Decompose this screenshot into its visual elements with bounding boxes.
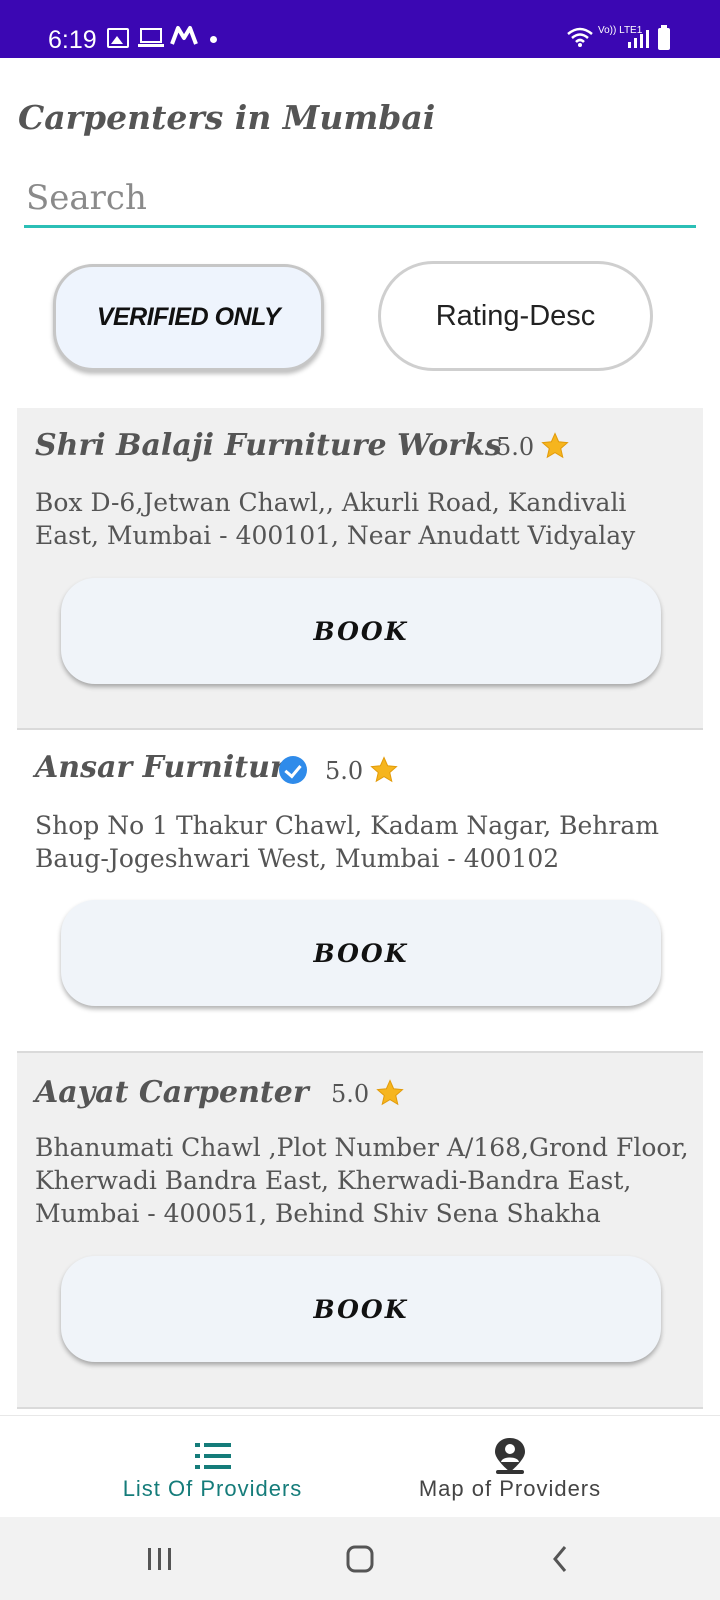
provider-address: Box D-6,Jetwan Chawl,, Akurli Road, Kand…: [35, 488, 636, 550]
nav-map-label: Map of Providers: [418, 1476, 602, 1501]
laptop-icon: [138, 28, 164, 48]
book-button[interactable]: BOOK: [61, 1256, 661, 1362]
signal-icon: [628, 30, 650, 52]
verified-only-button[interactable]: VERIFIED ONLY: [53, 264, 324, 371]
home-icon: [346, 1545, 374, 1572]
provider-rating: 5.0: [325, 757, 364, 785]
bottom-navigation: List Of Providers Map of Providers: [0, 1415, 720, 1517]
map-pin-person-icon: [495, 1438, 525, 1474]
star-icon: [376, 1079, 404, 1106]
nav-map-of-providers[interactable]: Map of Providers: [400, 1416, 620, 1518]
list-icon: [194, 1443, 231, 1469]
system-navigation-bar: [0, 1517, 720, 1600]
nav-list-label: List Of Providers: [122, 1476, 303, 1501]
star-icon: [541, 432, 569, 459]
page-title: Carpenters in Mumbai: [18, 98, 436, 137]
back-button[interactable]: [510, 1517, 610, 1600]
book-button[interactable]: BOOK: [61, 578, 661, 684]
provider-name: Shri Balaji Furniture Works: [35, 428, 502, 463]
provider-name: Ansar Furniture: [35, 750, 305, 785]
status-bar: 6:19 Vo)) LTE1: [0, 0, 720, 58]
nav-list-of-providers[interactable]: List Of Providers: [100, 1416, 325, 1518]
provider-card: Ansar Furniture 5.0 Shop No 1 Thakur Cha…: [17, 730, 703, 1053]
recent-apps-icon: [148, 1547, 171, 1570]
book-button[interactable]: BOOK: [61, 900, 661, 1006]
wifi-icon: [566, 26, 594, 52]
star-icon: [370, 756, 398, 783]
search-input[interactable]: [24, 170, 696, 225]
home-button[interactable]: [310, 1517, 410, 1600]
sort-rating-desc-button[interactable]: Rating-Desc: [378, 261, 653, 371]
provider-address: Bhanumati Chawl ,Plot Number A/168,Grond…: [35, 1133, 689, 1228]
provider-address: Shop No 1 Thakur Chawl, Kadam Nagar, Beh…: [35, 811, 659, 873]
search-field: [24, 170, 696, 228]
status-time: 6:19: [48, 26, 97, 54]
back-icon: [553, 1545, 567, 1572]
recent-apps-button[interactable]: [110, 1517, 210, 1600]
provider-rating: 5.0: [496, 433, 535, 461]
dot-icon: [210, 36, 217, 43]
m-app-icon: [170, 24, 198, 54]
provider-rating: 5.0: [331, 1080, 370, 1108]
battery-icon: [658, 25, 670, 50]
verified-badge-icon: [279, 756, 307, 784]
gallery-icon: [107, 28, 129, 48]
provider-card: Shri Balaji Furniture Works 5.0 Box D-6,…: [17, 408, 703, 730]
provider-name: Aayat Carpenter: [35, 1075, 309, 1110]
provider-card: Aayat Carpenter 5.0 Bhanumati Chawl ,Plo…: [17, 1053, 703, 1409]
